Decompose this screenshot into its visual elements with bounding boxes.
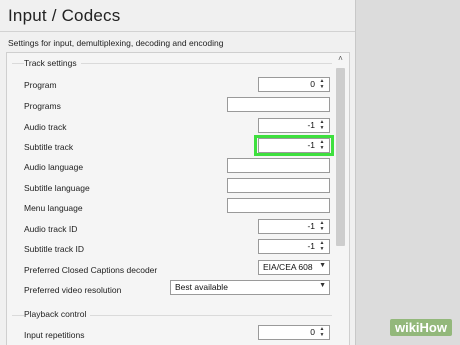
group-title-playback-control: Playback control (24, 309, 91, 319)
cc-decoder-select[interactable]: EIA/CEA 608 ▼ (258, 260, 330, 275)
programs-field[interactable] (227, 97, 330, 112)
input-repetitions-value: 0 (310, 327, 315, 337)
watermark-wiki: wiki (394, 320, 420, 335)
preferences-panel: Input / Codecs Settings for input, demul… (0, 0, 355, 345)
input-repetitions-spinbox[interactable]: 0 ▲ ▼ (258, 325, 330, 340)
program-label: Program (24, 80, 57, 90)
cc-decoder-value: EIA/CEA 608 (263, 262, 313, 272)
page-subtitle: Settings for input, demultiplexing, deco… (8, 38, 224, 48)
program-value: 0 (310, 79, 315, 89)
spin-arrows-icon[interactable]: ▲ ▼ (317, 119, 327, 132)
audio-track-label: Audio track (24, 122, 67, 132)
spin-arrows-icon[interactable]: ▲ ▼ (317, 240, 327, 253)
audio-language-field[interactable] (227, 158, 330, 173)
programs-label: Programs (24, 101, 61, 111)
subtitle-track-id-spinbox[interactable]: -1 ▲ ▼ (258, 239, 330, 254)
audio-language-label: Audio language (24, 162, 84, 172)
video-resolution-select[interactable]: Best available ▼ (170, 280, 330, 295)
audio-track-id-label: Audio track ID (24, 224, 78, 234)
video-resolution-value: Best available (175, 282, 228, 292)
watermark-how: How (419, 320, 447, 335)
cc-decoder-label: Preferred Closed Captions decoder (24, 265, 158, 275)
spin-arrows-icon[interactable]: ▲ ▼ (317, 326, 327, 339)
scroll-up-icon[interactable]: ˄ (334, 54, 347, 64)
program-spinbox[interactable]: 0 ▲ ▼ (258, 77, 330, 92)
scrollbar-thumb[interactable] (336, 68, 345, 246)
subtitle-language-field[interactable] (227, 178, 330, 193)
vertical-scrollbar[interactable]: ˄ (334, 54, 347, 345)
chevron-down-icon: ▼ (319, 282, 326, 289)
divider (0, 31, 355, 32)
wikihow-watermark: wikiHow (389, 319, 452, 336)
page-title: Input / Codecs (8, 6, 121, 25)
audio-track-id-value: -1 (307, 221, 315, 231)
input-repetitions-label: Input repetitions (24, 330, 85, 340)
subtitle-track-label: Subtitle track (24, 142, 74, 152)
group-title-track-settings: Track settings (24, 58, 81, 68)
subtitle-language-label: Subtitle language (24, 183, 90, 193)
audio-track-value: -1 (307, 120, 315, 130)
spin-arrows-icon[interactable]: ▲ ▼ (317, 220, 327, 233)
highlight-box (254, 135, 334, 156)
chevron-down-icon: ▼ (319, 262, 326, 269)
background-area (355, 0, 460, 345)
menu-language-label: Menu language (24, 203, 83, 213)
video-resolution-label: Preferred video resolution (24, 285, 122, 295)
spin-arrows-icon[interactable]: ▲ ▼ (317, 78, 327, 91)
menu-language-field[interactable] (227, 198, 330, 213)
audio-track-spinbox[interactable]: -1 ▲ ▼ (258, 118, 330, 133)
subtitle-track-id-value: -1 (307, 241, 315, 251)
audio-track-id-spinbox[interactable]: -1 ▲ ▼ (258, 219, 330, 234)
subtitle-track-id-label: Subtitle track ID (24, 244, 84, 254)
